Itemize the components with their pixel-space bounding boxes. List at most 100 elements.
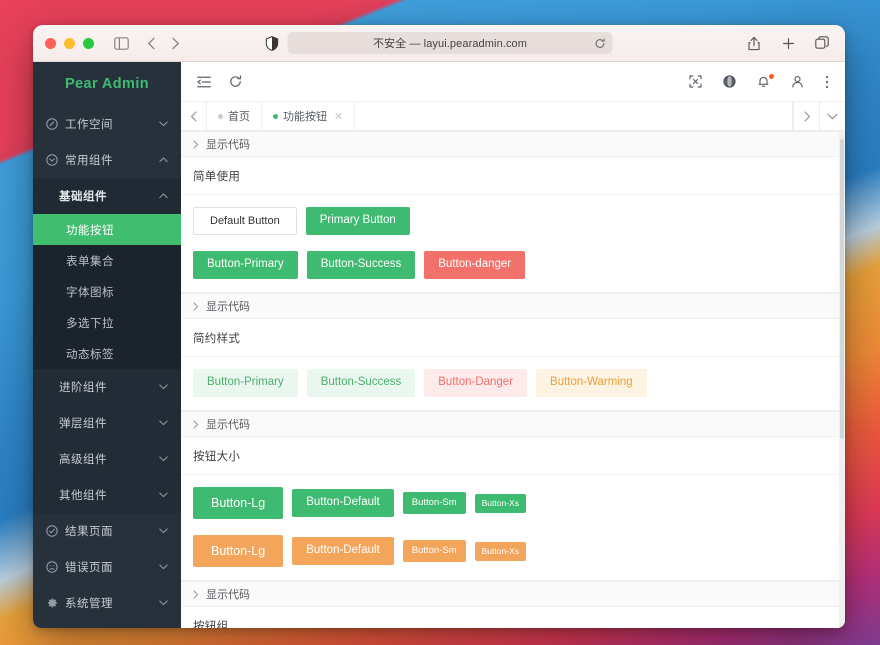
sidebar-item-common-components[interactable]: 常用组件 <box>33 142 181 178</box>
show-code-bar[interactable]: 显示代码 <box>181 131 845 157</box>
admin-main: 首页 功能按钮 ✕ 显示代码 简单使用 Default Button Prima… <box>181 62 845 628</box>
browser-right-tools <box>741 32 833 54</box>
close-window-button[interactable] <box>45 37 56 49</box>
button-lg-green[interactable]: Button-Lg <box>193 487 284 519</box>
sidebar-item-label: 多选下拉 <box>66 317 114 330</box>
sidebar-item-dynamic-tags[interactable]: 动态标签 <box>33 338 181 369</box>
sidebar-item-label: 错误页面 <box>65 562 113 574</box>
content-scrollbar-track[interactable] <box>839 131 845 628</box>
admin-topbar <box>181 62 845 102</box>
share-icon[interactable] <box>743 32 765 54</box>
frown-icon <box>45 561 58 574</box>
plain-button-warning[interactable]: Button-Warming <box>536 369 647 397</box>
content-scroll-area[interactable]: 显示代码 简单使用 Default Button Primary Button … <box>181 131 845 628</box>
tab-label: 功能按钮 <box>283 111 327 123</box>
fullscreen-icon[interactable] <box>689 75 702 88</box>
bell-icon[interactable] <box>757 74 774 88</box>
button-row: Button-Lg Button-Default Button-Sm Butto… <box>181 475 845 523</box>
sidebar-item-label: 进阶组件 <box>59 382 107 394</box>
button-danger[interactable]: Button-danger <box>424 251 526 279</box>
sidebar-item-workspace[interactable]: 工作空间 <box>33 106 181 142</box>
sidebar-item-system-management[interactable]: 系统管理 <box>33 585 181 621</box>
plain-button-success[interactable]: Button-Success <box>306 369 416 397</box>
sidebar-item-error-pages[interactable]: 错误页面 <box>33 549 181 585</box>
show-code-label: 显示代码 <box>206 139 250 151</box>
show-code-bar[interactable]: 显示代码 <box>181 293 845 319</box>
dashboard-icon <box>45 118 58 131</box>
gear-icon <box>45 597 58 610</box>
content-inner: 显示代码 简单使用 Default Button Primary Button … <box>181 131 845 628</box>
check-circle-icon <box>45 525 58 538</box>
button-success[interactable]: Button-Success <box>306 251 416 279</box>
card-button-group: 按钮组 <box>181 607 845 628</box>
sidebar-item-function-button[interactable]: 功能按钮 <box>33 214 181 245</box>
sidebar-item-senior-components[interactable]: 高级组件 <box>33 441 181 477</box>
sidebar-item-result-pages[interactable]: 结果页面 <box>33 513 181 549</box>
sidebar-item-label: 表单集合 <box>66 255 114 268</box>
show-code-bar[interactable]: 显示代码 <box>181 581 845 607</box>
sidebar-item-label: 字体图标 <box>66 286 114 299</box>
window-traffic-lights[interactable] <box>45 37 94 49</box>
sidebar-item-layer-components[interactable]: 弹层组件 <box>33 405 181 441</box>
sidebar-item-multi-select[interactable]: 多选下拉 <box>33 307 181 338</box>
desktop-wallpaper: 不安全 — layui.pearadmin.com Pear Admin 工作空… <box>0 0 880 645</box>
tab-label: 首页 <box>228 111 250 123</box>
default-button[interactable]: Default Button <box>193 207 297 235</box>
show-code-bar[interactable]: 显示代码 <box>181 411 845 437</box>
tab-home[interactable]: 首页 <box>207 102 262 130</box>
theme-icon[interactable] <box>723 75 736 88</box>
sidebar-item-basic-components[interactable]: 基础组件 <box>33 178 181 214</box>
chevron-right-icon <box>193 589 199 599</box>
plain-button-primary[interactable]: Button-Primary <box>193 369 298 397</box>
show-code-label: 显示代码 <box>206 301 250 313</box>
sidebar-item-advanced-components[interactable]: 进阶组件 <box>33 369 181 405</box>
button-sm-green[interactable]: Button-Sm <box>402 492 466 514</box>
sidebar-item-font-icons[interactable]: 字体图标 <box>33 276 181 307</box>
tab-menu-dropdown-icon[interactable] <box>819 102 845 130</box>
button-primary[interactable]: Button-Primary <box>193 251 298 279</box>
new-tab-icon[interactable] <box>777 32 799 54</box>
menu-collapse-icon[interactable] <box>197 76 211 88</box>
sidebar-item-label: 弹层组件 <box>59 418 107 430</box>
sidebar-toggle-icon[interactable] <box>110 32 132 54</box>
address-text: 不安全 — layui.pearadmin.com <box>372 38 528 50</box>
admin-app: Pear Admin 工作空间 常用组件 基础组件 功能按钮 表单集合 字体图标… <box>33 62 845 628</box>
tabs-overview-icon[interactable] <box>811 32 833 54</box>
sidebar-item-form-collection[interactable]: 表单集合 <box>33 245 181 276</box>
tab-scroll-right-icon[interactable] <box>793 102 819 130</box>
button-default-orange[interactable]: Button-Default <box>292 537 394 565</box>
primary-button[interactable]: Primary Button <box>305 207 410 235</box>
back-icon[interactable] <box>140 32 162 54</box>
notification-badge <box>769 74 774 79</box>
tab-status-dot <box>273 113 278 119</box>
plain-button-danger[interactable]: Button-Danger <box>424 369 528 397</box>
sidebar-item-label: 其他组件 <box>59 490 107 502</box>
sidebar-item-other-components[interactable]: 其他组件 <box>33 477 181 513</box>
shield-icon[interactable] <box>265 35 279 51</box>
chevron-down-icon <box>159 492 168 498</box>
sidebar-item-label: 结果页面 <box>65 526 113 538</box>
card-plain-style: 简约样式 Button-Primary Button-Success Butto… <box>181 319 845 411</box>
maximize-window-button[interactable] <box>83 37 94 49</box>
close-icon[interactable]: ✕ <box>334 110 343 123</box>
address-bar[interactable]: 不安全 — layui.pearadmin.com <box>287 32 613 54</box>
tab-scroll-left-icon[interactable] <box>181 102 207 130</box>
chevron-down-icon <box>159 384 168 390</box>
button-row: Button-Primary Button-Success Button-dan… <box>181 239 845 292</box>
content-scrollbar-thumb[interactable] <box>840 139 844 439</box>
button-lg-orange[interactable]: Button-Lg <box>193 535 284 567</box>
minimize-window-button[interactable] <box>64 37 75 49</box>
tab-function-button[interactable]: 功能按钮 ✕ <box>262 102 356 130</box>
button-xs-green[interactable]: Button-Xs <box>474 493 526 513</box>
card-title: 按钮大小 <box>181 437 845 475</box>
card-title: 按钮组 <box>181 607 845 628</box>
show-code-label: 显示代码 <box>206 589 250 601</box>
user-icon[interactable] <box>791 75 804 88</box>
forward-icon[interactable] <box>164 32 186 54</box>
button-xs-orange[interactable]: Button-Xs <box>474 541 526 561</box>
refresh-icon[interactable] <box>229 75 242 88</box>
button-default-green[interactable]: Button-Default <box>292 489 394 517</box>
more-vertical-icon[interactable] <box>825 75 829 89</box>
button-sm-orange[interactable]: Button-Sm <box>402 540 466 562</box>
reload-icon[interactable] <box>595 37 606 49</box>
